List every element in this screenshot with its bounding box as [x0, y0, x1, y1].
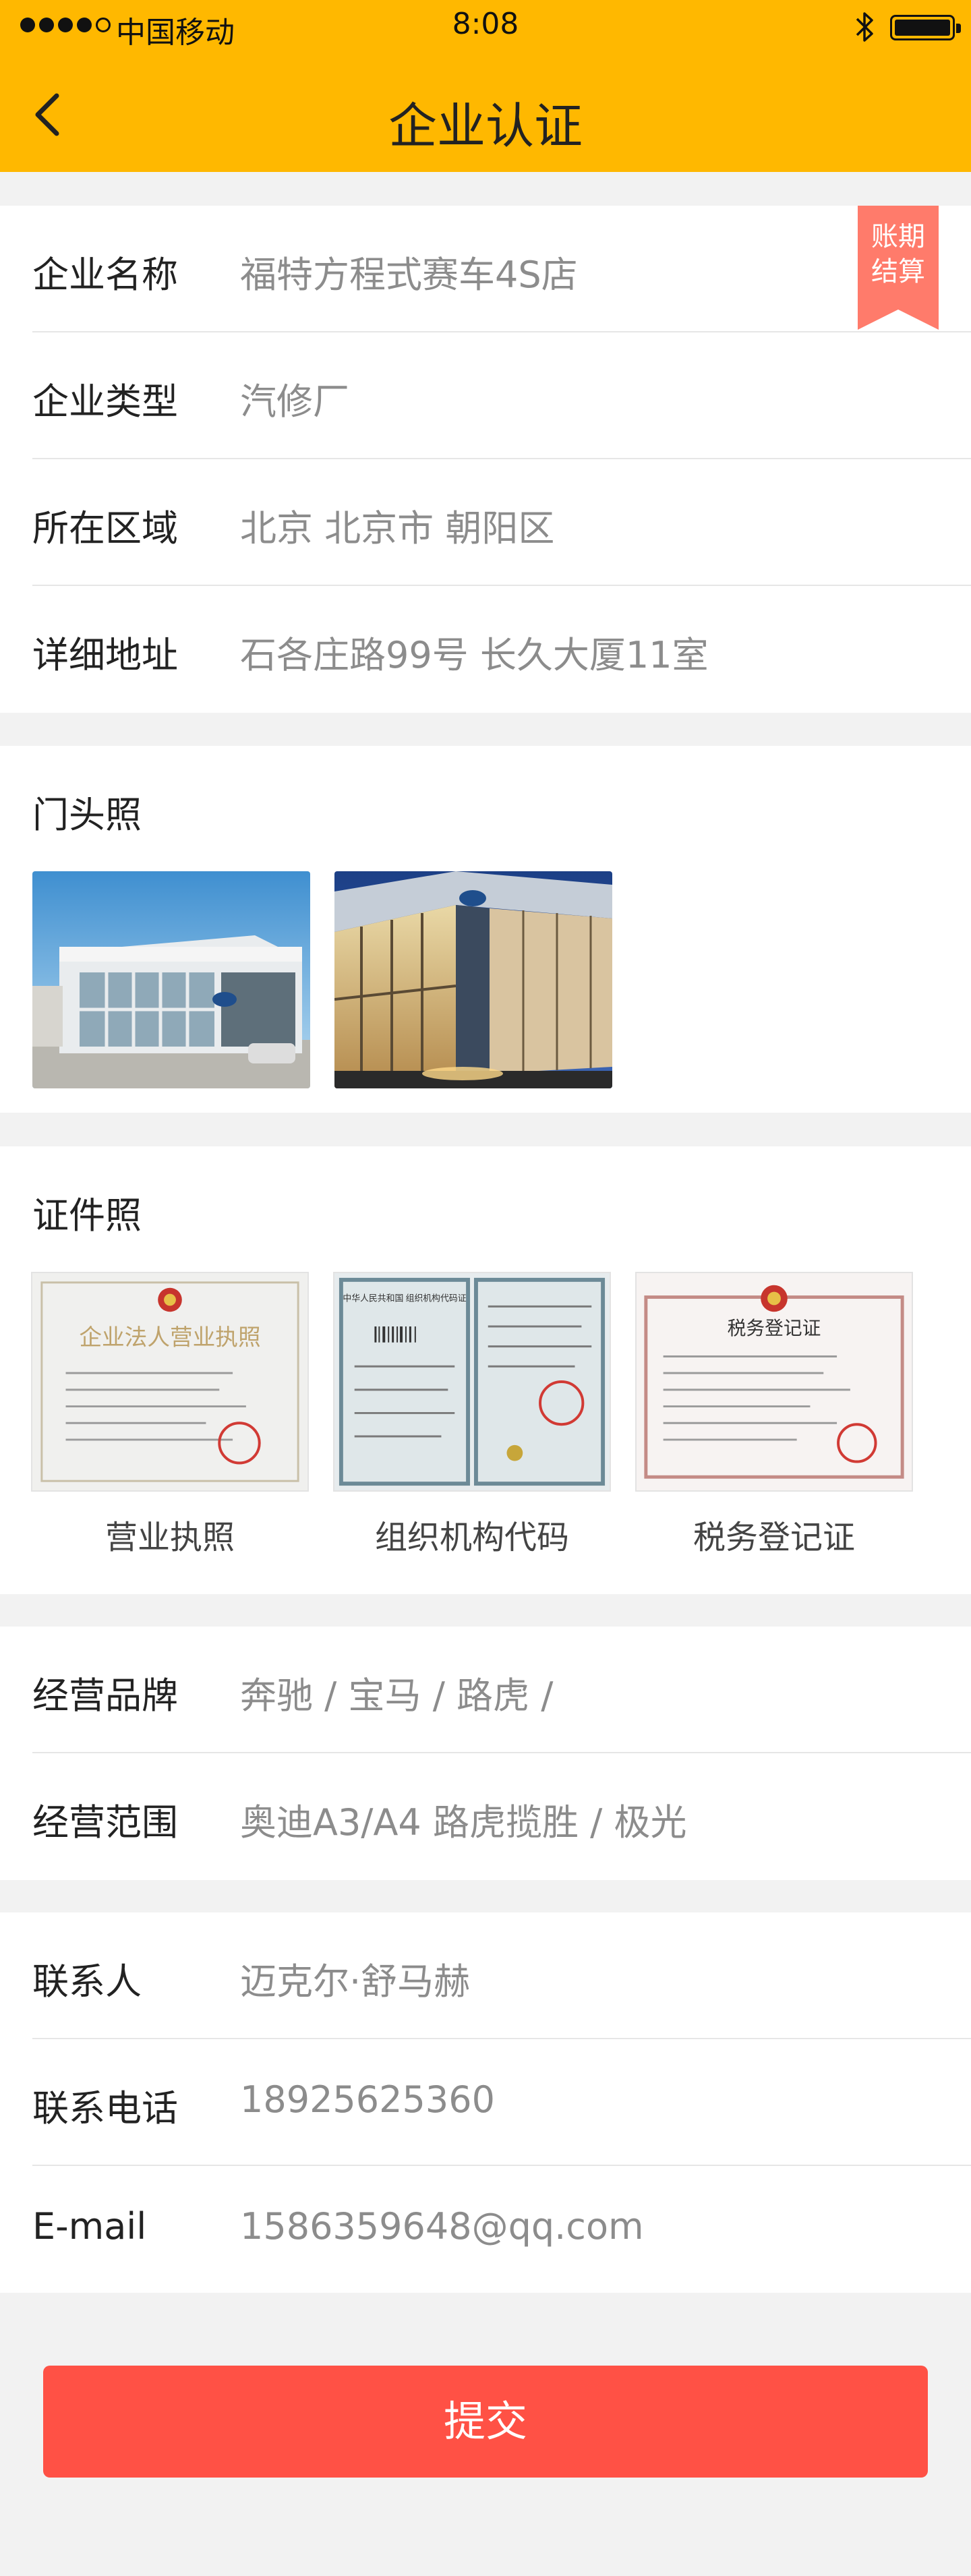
- phone-label: 联系电话: [32, 2087, 178, 2130]
- region-row[interactable]: 所在区域 北京 北京市 朝阳区: [0, 459, 971, 586]
- status-bar: 中国移动 8:08: [0, 0, 971, 54]
- company-name-value[interactable]: 福特方程式赛车4S店: [240, 245, 578, 298]
- storefront-title: 门头照: [32, 794, 142, 836]
- submit-button[interactable]: 提交: [43, 2366, 928, 2478]
- certificate-photo-section: 证件照 企业法人营业执照 营业执照 中华人民共和国 组织机构代码证 组织机构代码…: [0, 1146, 971, 1594]
- phone-value[interactable]: 18925625360: [240, 2078, 495, 2121]
- brands-value[interactable]: 奔驰 / 宝马 / 路虎 /: [240, 1666, 553, 1719]
- certificate-title: 证件照: [32, 1194, 142, 1237]
- tax-registration-caption: 税务登记证: [693, 1519, 855, 1556]
- status-time: 8:08: [452, 7, 519, 41]
- storefront-photo[interactable]: [32, 871, 310, 1088]
- address-value[interactable]: 石各庄路99号 长久大厦11室: [240, 625, 709, 678]
- scope-label: 经营范围: [32, 1801, 178, 1844]
- email-label: E-mail: [32, 2205, 147, 2248]
- page-title: 企业认证: [388, 98, 583, 154]
- storefront-photo[interactable]: [334, 871, 612, 1088]
- organization-code-photo[interactable]: 中华人民共和国 组织机构代码证: [333, 1272, 611, 1492]
- phone-row[interactable]: 联系电话 18925625360: [0, 2039, 971, 2166]
- contact-person-value[interactable]: 迈克尔·舒马赫: [240, 1952, 470, 2005]
- business-section: 经营品牌 奔驰 / 宝马 / 路虎 / 经营范围 奥迪A3/A4 路虎揽胜 / …: [0, 1627, 971, 1880]
- business-license-heading: 企业法人营业执照: [79, 1325, 260, 1351]
- business-license-photo[interactable]: 企业法人营业执照: [31, 1272, 309, 1492]
- organization-code-caption: 组织机构代码: [374, 1519, 569, 1556]
- storefront-photo-section: 门头照: [0, 746, 971, 1113]
- company-type-row[interactable]: 企业类型 汽修厂: [0, 332, 971, 459]
- header: 中国移动 8:08 企业认证: [0, 0, 971, 172]
- credit-settlement-badge-text: 账期 结算: [871, 221, 925, 287]
- business-license-caption: 营业执照: [105, 1519, 235, 1556]
- region-value[interactable]: 北京 北京市 朝阳区: [240, 498, 554, 552]
- tax-registration-photo[interactable]: 税务登记证: [635, 1272, 913, 1492]
- company-type-value[interactable]: 汽修厂: [240, 372, 349, 425]
- region-label: 所在区域: [32, 507, 178, 550]
- contact-person-row[interactable]: 联系人 迈克尔·舒马赫: [0, 1912, 971, 2039]
- company-name-label: 企业名称: [32, 254, 178, 296]
- tax-registration-heading: 税务登记证: [728, 1318, 821, 1339]
- email-row[interactable]: E-mail 1586359648@qq.com: [0, 2166, 971, 2293]
- credit-settlement-badge: 账期 结算: [858, 206, 939, 330]
- nav-bar: 企业认证: [0, 67, 971, 162]
- contact-person-label: 联系人: [32, 1960, 142, 2003]
- email-value[interactable]: 1586359648@qq.com: [240, 2205, 644, 2248]
- address-label: 详细地址: [32, 634, 178, 676]
- brands-label: 经营品牌: [32, 1674, 178, 1717]
- company-info-section: 企业名称 福特方程式赛车4S店 账期 结算 企业类型 汽修厂 所在区域 北京 北…: [0, 206, 971, 713]
- enterprise-certification-page: 中国移动 8:08 企业认证 企业名称 福特方程式赛车4S店 账期 结算 企业类…: [0, 0, 971, 2576]
- address-row[interactable]: 详细地址 石各庄路99号 长久大厦11室: [0, 586, 971, 713]
- brands-row[interactable]: 经营品牌 奔驰 / 宝马 / 路虎 /: [0, 1627, 971, 1753]
- scope-value[interactable]: 奥迪A3/A4 路虎揽胜 / 极光: [240, 1792, 686, 1846]
- scope-row[interactable]: 经营范围 奥迪A3/A4 路虎揽胜 / 极光: [0, 1753, 971, 1880]
- company-type-label: 企业类型: [32, 380, 178, 423]
- contact-section: 联系人 迈克尔·舒马赫 联系电话 18925625360 E-mail 1586…: [0, 1912, 971, 2293]
- company-name-row[interactable]: 企业名称 福特方程式赛车4S店: [0, 206, 971, 332]
- bluetooth-icon: [856, 12, 873, 42]
- organization-code-heading: 中华人民共和国 组织机构代码证: [343, 1293, 466, 1303]
- battery-icon: [890, 15, 961, 40]
